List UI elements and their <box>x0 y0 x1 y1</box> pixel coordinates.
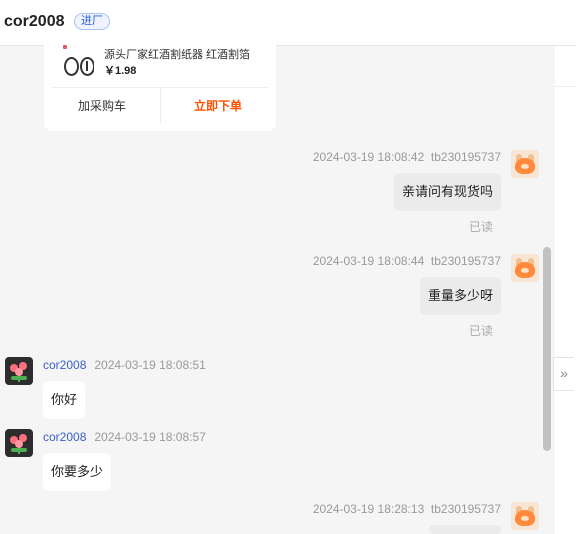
avatar[interactable] <box>511 254 539 282</box>
message-bubble[interactable] <box>429 525 501 534</box>
product-name[interactable]: 源头厂家红酒割纸器 红酒割箔 <box>104 46 274 62</box>
product-price: ￥1.98 <box>104 65 137 77</box>
message-sender: tb230195737 <box>430 254 501 268</box>
message-meta: 2024-03-19 18:08:42 tb230195737 <box>313 150 501 164</box>
read-status: 已读 <box>469 220 494 234</box>
message-time: 2024-03-19 18:08:51 <box>94 358 206 372</box>
avatar[interactable] <box>511 502 539 530</box>
message-bubble[interactable]: 亲请问有现货吗 <box>393 173 501 211</box>
message-bubble[interactable]: 重量多少呀 <box>419 277 501 315</box>
avatar[interactable] <box>511 150 539 178</box>
avatar[interactable] <box>5 357 33 385</box>
message-time: 2024-03-19 18:28:13 <box>312 502 425 516</box>
product-image-mark <box>63 45 67 49</box>
message-time: 2024-03-19 18:08:44 <box>312 254 425 268</box>
avatar[interactable] <box>5 429 33 457</box>
message-meta: 2024-03-19 18:08:44 tb230195737 <box>313 254 501 268</box>
message-time: 2024-03-19 18:08:42 <box>312 150 425 164</box>
message-sender: tb230195737 <box>430 502 501 516</box>
side-panel-strip <box>555 46 576 534</box>
contact-badge[interactable]: 进厂 <box>74 13 110 30</box>
order-now-button[interactable]: 立即下单 <box>160 88 276 124</box>
message-time: 2024-03-19 18:08:57 <box>94 430 206 444</box>
message-bubble[interactable]: 你好 <box>43 381 86 419</box>
message-meta: 2024-03-19 18:28:13 tb230195737 <box>313 502 501 516</box>
chat-scrollbar[interactable] <box>543 247 551 451</box>
message-sender: tb230195737 <box>430 150 501 164</box>
contact-name[interactable]: cor2008 <box>4 13 65 31</box>
message-bubble[interactable]: 你要多少 <box>43 453 112 491</box>
message-sender[interactable]: cor2008 <box>43 358 86 372</box>
double-chevron-right-icon[interactable]: » <box>553 357 574 391</box>
read-status: 已读 <box>469 324 494 338</box>
product-image-part <box>64 57 79 76</box>
message-sender[interactable]: cor2008 <box>43 430 86 444</box>
add-to-cart-button[interactable]: 加采购车 <box>44 88 160 124</box>
message-meta: cor2008 2024-03-19 18:08:51 <box>43 358 206 372</box>
message-meta: cor2008 2024-03-19 18:08:57 <box>43 430 206 444</box>
side-panel-divider <box>555 86 576 87</box>
product-card[interactable]: 源头厂家红酒割纸器 红酒割箔 ￥1.98 加采购车 立即下单 <box>44 40 276 131</box>
product-image[interactable] <box>60 40 94 76</box>
product-image-part <box>80 57 94 76</box>
